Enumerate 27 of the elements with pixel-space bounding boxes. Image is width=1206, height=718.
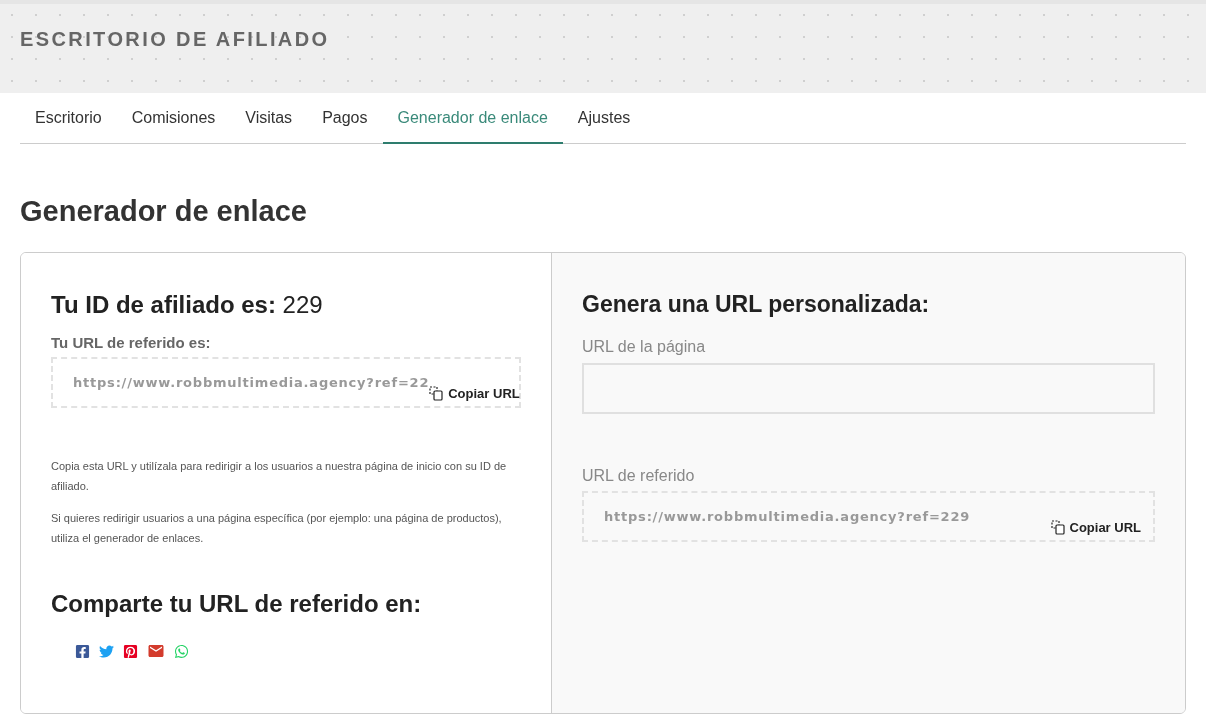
share-heading: Comparte tu URL de referido en: xyxy=(51,589,423,619)
page-url-label: URL de la página xyxy=(582,337,707,357)
help-text: Si quieres redirigir usuarios a una página específica (por ejemplo: una página de productos), utiliza el generador de enlaces. xyxy=(51,511,503,546)
nav-tab[interactable]: Visitas xyxy=(230,93,308,144)
nav-tab[interactable]: Escritorio xyxy=(20,93,117,144)
facebook-icon[interactable] xyxy=(75,643,90,659)
page-header-title: ESCRITORIO DE AFILIADO xyxy=(20,27,330,52)
section-title: Generador de enlace xyxy=(20,194,308,229)
help-text: Copia esta URL y utilízala para redirigir a los usuarios a nuestra página de inicio con su ID de afiliado. xyxy=(51,459,508,494)
custom-url-heading: Genera una URL personalizada: xyxy=(582,289,931,319)
nav-tab[interactable]: Ajustes xyxy=(562,93,646,144)
affiliate-id-heading: Tu ID de afiliado es: 229 xyxy=(51,289,324,320)
twitter-icon[interactable] xyxy=(99,643,114,659)
pinterest-icon[interactable] xyxy=(123,643,138,659)
nav-tab[interactable]: Generador de enlace xyxy=(382,93,563,144)
copy-url-button[interactable]: Copiar URL xyxy=(429,384,520,404)
referral-url-label: URL de referido xyxy=(582,466,696,486)
referral-url: https://www.robbmultimedia.agency?ref=229 xyxy=(604,508,971,526)
referral-url-label: Tu URL de referido es: xyxy=(51,332,212,353)
email-icon[interactable] xyxy=(147,642,165,660)
referral-url: https://www.robbmultimedia.agency?ref=22 xyxy=(73,374,430,392)
copy-icon xyxy=(429,386,445,402)
copy-url-button[interactable]: Copiar URL xyxy=(1050,518,1141,538)
nav-tab[interactable]: Pagos xyxy=(307,93,383,144)
page-url-field[interactable] xyxy=(582,363,1155,414)
nav-tab[interactable]: Comisiones xyxy=(116,93,231,144)
copy-icon xyxy=(1050,520,1066,536)
